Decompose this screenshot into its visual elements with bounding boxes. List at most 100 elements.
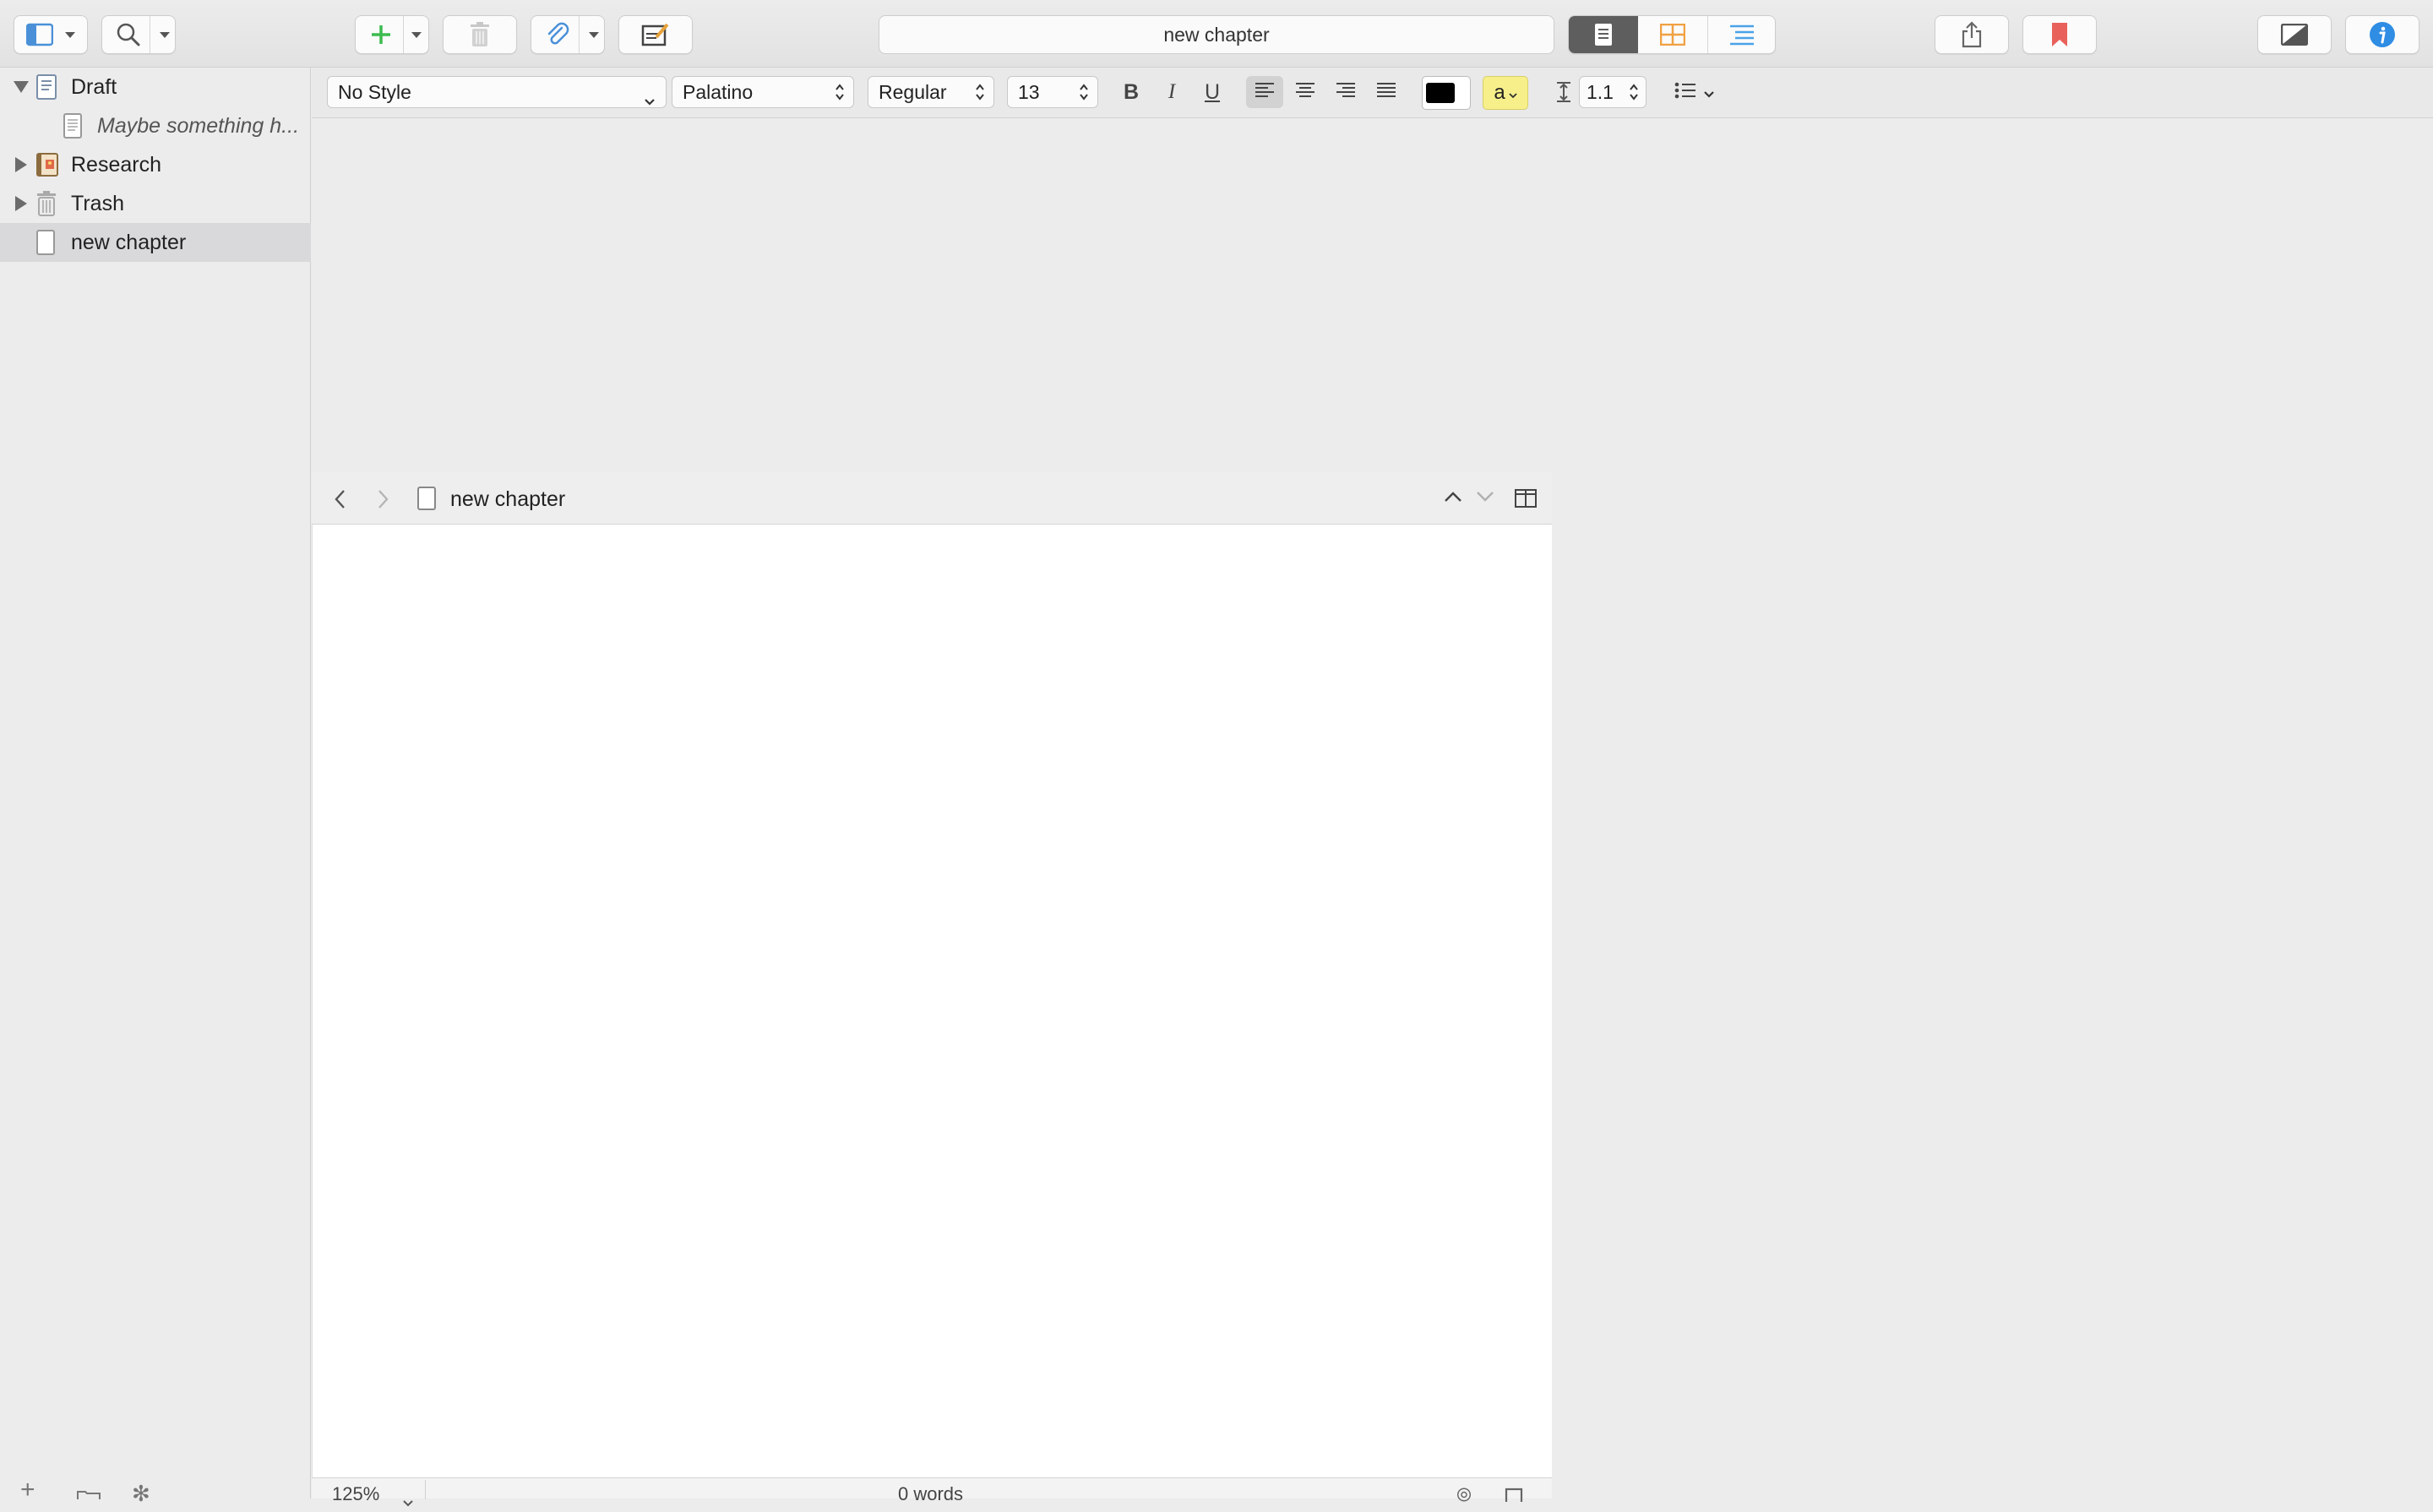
align-right-icon	[1336, 80, 1356, 105]
bookmark-icon	[2050, 22, 2069, 47]
align-justify-button[interactable]	[1368, 76, 1405, 108]
underline-button[interactable]: U	[1195, 76, 1229, 108]
binder-item-draft[interactable]: Draft	[0, 68, 311, 106]
text-color-button[interactable]	[1422, 76, 1471, 110]
chevron-down-icon	[1509, 81, 1517, 105]
binder-item-label: Trash	[71, 191, 124, 215]
header-document-title[interactable]: new chapter	[450, 487, 565, 512]
add-item-icon[interactable]: +	[20, 1477, 35, 1503]
chevron-down-icon[interactable]	[1476, 491, 1494, 507]
font-family-value: Palatino	[683, 80, 754, 103]
paragraph-style-value: No Style	[338, 80, 411, 103]
chevron-down-icon	[411, 31, 422, 38]
list-style-button[interactable]	[1667, 76, 1723, 108]
font-family-select[interactable]: Palatino	[672, 76, 854, 108]
zoom-level[interactable]: 125%	[332, 1483, 379, 1505]
binder-item-document[interactable]: Maybe something h...	[0, 106, 311, 145]
binder-item-new-chapter[interactable]: new chapter	[0, 223, 311, 262]
chevron-down-icon	[1458, 81, 1467, 106]
format-bar: No Style Palatino Regular 13 B I U a 1.1	[312, 68, 2433, 118]
editor-upper-pane	[312, 119, 1552, 472]
document-title-field[interactable]: new chapter	[879, 15, 1554, 54]
document-view-icon	[1593, 23, 1614, 46]
add-folder-icon[interactable]	[76, 1488, 101, 1504]
chevron-down-icon	[65, 31, 75, 38]
font-weight-value: Regular	[879, 80, 947, 103]
updown-arrows-icon	[835, 83, 845, 101]
disclosure-triangle-collapsed[interactable]	[15, 196, 27, 211]
binder-item-label: new chapter	[71, 230, 187, 254]
add-button[interactable]	[355, 15, 429, 54]
view-mode-segmented-control	[1568, 15, 1776, 54]
font-weight-select[interactable]: Regular	[868, 76, 994, 108]
notes-icon[interactable]	[1505, 1485, 1523, 1507]
align-left-icon	[1255, 80, 1275, 105]
text-color-swatch	[1426, 83, 1455, 103]
font-size-select[interactable]: 13	[1007, 76, 1098, 108]
chevron-down-icon	[1703, 80, 1715, 105]
split-view-icon[interactable]	[1515, 488, 1537, 513]
trash-folder-icon	[35, 191, 57, 222]
highlight-color-button[interactable]: a	[1483, 76, 1528, 110]
updown-arrows-icon	[1079, 83, 1089, 101]
search-icon	[116, 22, 141, 47]
composition-mode-button[interactable]	[2257, 15, 2332, 54]
chevron-down-icon	[589, 31, 599, 38]
disclosure-triangle-expanded[interactable]	[14, 81, 29, 93]
updown-arrows-icon	[1629, 83, 1639, 101]
empty-right-pane	[1552, 119, 2433, 1498]
add-icon	[369, 23, 393, 46]
outline-icon	[1729, 24, 1755, 46]
compose-icon	[641, 22, 670, 47]
attachment-button[interactable]	[531, 15, 605, 54]
bold-button[interactable]: B	[1114, 76, 1148, 108]
chevron-down-icon	[160, 31, 170, 38]
disclosure-triangle-collapsed[interactable]	[15, 157, 27, 172]
editor-footer: 125% 0 words	[312, 1477, 1552, 1507]
font-size-value: 13	[1018, 80, 1040, 103]
share-button[interactable]	[1935, 15, 2009, 54]
quick-reference-button[interactable]	[618, 15, 693, 54]
line-spacing-value: 1.1	[1587, 80, 1614, 103]
document-title: new chapter	[1163, 23, 1270, 46]
back-arrow-icon[interactable]	[334, 489, 346, 514]
bookmarks-button[interactable]	[2022, 15, 2097, 54]
gear-icon[interactable]: ✻	[132, 1482, 150, 1504]
main-toolbar: new chapter	[0, 0, 2433, 68]
line-spacing-select[interactable]: 1.1	[1579, 76, 1646, 108]
binder-item-label: Research	[71, 152, 161, 177]
corkboard-icon	[1660, 24, 1685, 46]
bullet-list-icon	[1674, 80, 1696, 105]
corkboard-view-button[interactable]	[1638, 16, 1707, 53]
binder-item-trash[interactable]: Trash	[0, 184, 311, 223]
highlight-label: a	[1494, 81, 1505, 104]
align-left-button[interactable]	[1246, 76, 1283, 108]
trash-icon	[469, 22, 491, 47]
research-folder-icon	[35, 152, 59, 183]
align-center-button[interactable]	[1287, 76, 1324, 108]
text-editor[interactable]	[312, 525, 1552, 1477]
outline-view-button[interactable]	[1707, 16, 1775, 53]
target-icon[interactable]	[1452, 1485, 1476, 1507]
draft-folder-icon	[35, 74, 57, 106]
editor-header-bar: new chapter	[312, 472, 1552, 525]
search-button[interactable]	[101, 15, 176, 54]
binder-icon	[26, 23, 53, 46]
binder-item-research[interactable]: Research	[0, 145, 311, 184]
word-count: 0 words	[898, 1483, 964, 1504]
paragraph-style-select[interactable]: No Style	[327, 76, 667, 108]
inspector-button[interactable]	[2345, 15, 2419, 54]
align-right-button[interactable]	[1327, 76, 1364, 108]
chevron-down-icon	[644, 89, 656, 111]
document-view-button[interactable]	[1569, 16, 1638, 53]
chevron-down-icon[interactable]	[403, 1490, 413, 1512]
move-to-trash-button[interactable]	[443, 15, 517, 54]
forward-arrow-icon[interactable]	[378, 489, 389, 514]
italic-button[interactable]: I	[1155, 76, 1189, 108]
chevron-up-icon[interactable]	[1444, 491, 1462, 507]
share-icon	[1961, 21, 1983, 48]
inspector-info-icon	[2369, 21, 2396, 48]
binder-toggle-button[interactable]	[14, 15, 88, 54]
line-spacing-icon	[1555, 81, 1572, 107]
composition-mode-icon	[2281, 24, 2308, 46]
